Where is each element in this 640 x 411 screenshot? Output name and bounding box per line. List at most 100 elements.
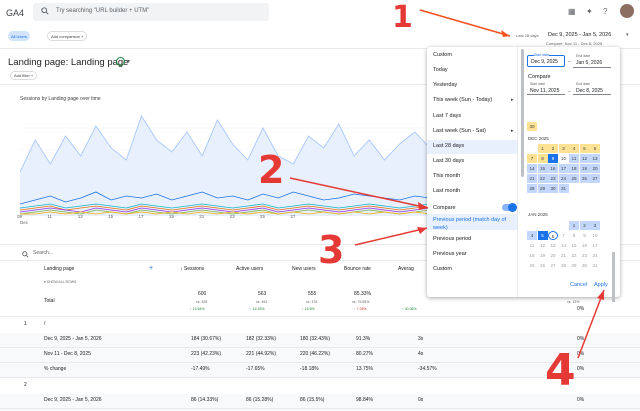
- calendar-day[interactable]: 9: [548, 154, 558, 163]
- calendar-day[interactable]: 7: [559, 231, 569, 240]
- calendar-day[interactable]: 6: [590, 144, 600, 153]
- calendar-day[interactable]: 8: [569, 231, 579, 240]
- calendar-day[interactable]: 2: [548, 144, 558, 153]
- calendar-day[interactable]: 2: [579, 221, 590, 230]
- preset-item[interactable]: This month: [433, 173, 460, 179]
- calendar-day[interactable]: 13: [590, 154, 600, 163]
- title-chevron-down-icon[interactable]: ▾: [127, 58, 130, 65]
- calendar-day[interactable]: 30: [580, 261, 590, 270]
- date-range-preset[interactable]: Last 28 days: [516, 33, 539, 38]
- calendar-day[interactable]: 30: [548, 184, 558, 193]
- table-search-input[interactable]: Search...: [33, 250, 53, 256]
- calendar-day[interactable]: 10: [558, 154, 569, 163]
- calendar-day[interactable]: 17: [558, 164, 569, 173]
- cancel-button[interactable]: Cancel: [570, 282, 587, 288]
- calendar-day[interactable]: 17: [590, 241, 600, 250]
- calendar-day[interactable]: 6: [548, 231, 558, 240]
- calendar-day[interactable]: 26: [538, 261, 548, 270]
- calendar-day[interactable]: 12: [538, 241, 548, 250]
- add-comparison-button[interactable]: Add comparison +: [47, 31, 88, 41]
- calendar-day[interactable]: 25: [527, 261, 537, 270]
- calendar-day[interactable]: 20: [590, 164, 600, 173]
- calendar-day[interactable]: 7: [527, 154, 537, 163]
- add-filter-button[interactable]: Add filter +: [10, 71, 38, 80]
- preset-item[interactable]: Last 7 days: [433, 113, 461, 119]
- calendar-day[interactable]: 8: [537, 154, 548, 163]
- calendar-day[interactable]: 13: [548, 241, 558, 250]
- calendar-day[interactable]: 31: [590, 261, 600, 270]
- calendar-day[interactable]: 27: [548, 261, 558, 270]
- avatar[interactable]: [620, 4, 634, 18]
- calendar-day[interactable]: 9: [580, 231, 590, 240]
- calendar-day[interactable]: 20: [548, 251, 558, 260]
- calendar-day[interactable]: 31: [558, 184, 569, 193]
- compare-end-field[interactable]: End date Dec 8, 2025: [573, 82, 611, 95]
- add-dimension-icon[interactable]: +: [149, 265, 153, 272]
- end-date-field[interactable]: End date Jan 5, 2026: [573, 54, 611, 68]
- app-logo[interactable]: GA4: [6, 8, 24, 18]
- calendar-day[interactable]: 25: [569, 174, 579, 183]
- apply-button[interactable]: Apply: [594, 282, 608, 288]
- compare-option[interactable]: Previous year: [433, 251, 467, 257]
- calendar-day[interactable]: 23: [548, 174, 558, 183]
- calendar-day[interactable]: 16: [548, 164, 558, 173]
- calendar-day[interactable]: 30: [527, 122, 537, 131]
- calendar-day[interactable]: 28: [527, 184, 537, 193]
- compare-option[interactable]: Custom: [433, 266, 452, 272]
- calendar-day[interactable]: 19: [579, 164, 590, 173]
- col-header-sessions[interactable]: ↓ Sessions: [180, 266, 204, 272]
- calendar-day[interactable]: 4: [569, 144, 579, 153]
- calendar-day[interactable]: 14: [559, 241, 569, 250]
- compare-toggle[interactable]: [502, 203, 517, 212]
- all-users-chip[interactable]: All Users: [8, 31, 31, 41]
- compare-option[interactable]: Previous period (match day of week): [433, 216, 517, 232]
- calendar-day[interactable]: 24: [558, 174, 569, 183]
- calendar-day[interactable]: 16: [580, 241, 590, 250]
- calendar-day[interactable]: 22: [569, 251, 579, 260]
- calendar-day[interactable]: 22: [537, 174, 548, 183]
- preset-item[interactable]: Last 28 days: [433, 143, 464, 149]
- calendar-day[interactable]: 21: [559, 251, 569, 260]
- preset-item[interactable]: Last 30 days: [433, 158, 464, 164]
- calendar-day[interactable]: 18: [527, 251, 537, 260]
- calendar-day[interactable]: 4: [527, 231, 537, 240]
- calendar-day[interactable]: 19: [538, 251, 548, 260]
- help-icon[interactable]: ?: [603, 7, 607, 16]
- calendar-day[interactable]: 1: [537, 144, 548, 153]
- calendar-day[interactable]: 29: [569, 261, 579, 270]
- calendar-day[interactable]: 5: [579, 144, 590, 153]
- calendar-day[interactable]: 12: [579, 154, 590, 163]
- calendar-day[interactable]: 27: [590, 174, 600, 183]
- start-date-field[interactable]: Start date Dec 9, 2025: [527, 53, 565, 67]
- calendar-day[interactable]: 3: [558, 144, 569, 153]
- preset-item[interactable]: Today: [433, 67, 448, 73]
- preset-item[interactable]: Custom: [433, 52, 452, 58]
- calendar-day[interactable]: 21: [527, 174, 537, 183]
- search-bar[interactable]: Try searching "URL builder + UTM": [33, 3, 269, 21]
- calendar-scrollbar[interactable]: [612, 252, 615, 302]
- preset-item[interactable]: Last week (Sun - Sat): [433, 128, 486, 134]
- calendar-day[interactable]: 26: [579, 174, 590, 183]
- insights-sparkle-icon[interactable]: ✦: [586, 7, 593, 16]
- calendar-day[interactable]: 18: [569, 164, 579, 173]
- col-header-new-users[interactable]: New users: [292, 266, 316, 272]
- apps-grid-icon[interactable]: ▦: [568, 7, 576, 16]
- compare-option[interactable]: Previous period: [433, 236, 471, 242]
- calendar-day[interactable]: 5: [537, 231, 548, 240]
- show-all-rows-toggle[interactable]: ▾ SHOW ALL ROWS: [44, 280, 76, 284]
- col-header-landing-page[interactable]: Landing page: [44, 266, 74, 272]
- scrollbar[interactable]: [521, 49, 524, 177]
- calendar-day[interactable]: 11: [569, 154, 579, 163]
- calendar-day[interactable]: 28: [559, 261, 569, 270]
- col-header-bounce-rate[interactable]: Bounce rate: [344, 266, 371, 272]
- calendar-day[interactable]: 24: [590, 251, 600, 260]
- calendar-day[interactable]: 14: [527, 164, 537, 173]
- date-range-selector[interactable]: Dec 9, 2025 - Jan 5, 2026: [548, 32, 611, 38]
- preset-item[interactable]: Last month: [433, 188, 460, 194]
- calendar-day[interactable]: 15: [569, 241, 579, 250]
- calendar-day[interactable]: 10: [590, 231, 600, 240]
- compare-start-field[interactable]: Start date Nov 11, 2025: [527, 82, 565, 95]
- calendar-day[interactable]: 23: [580, 251, 590, 260]
- calendar-day[interactable]: 11: [527, 241, 537, 250]
- calendar-day[interactable]: 3: [590, 221, 600, 230]
